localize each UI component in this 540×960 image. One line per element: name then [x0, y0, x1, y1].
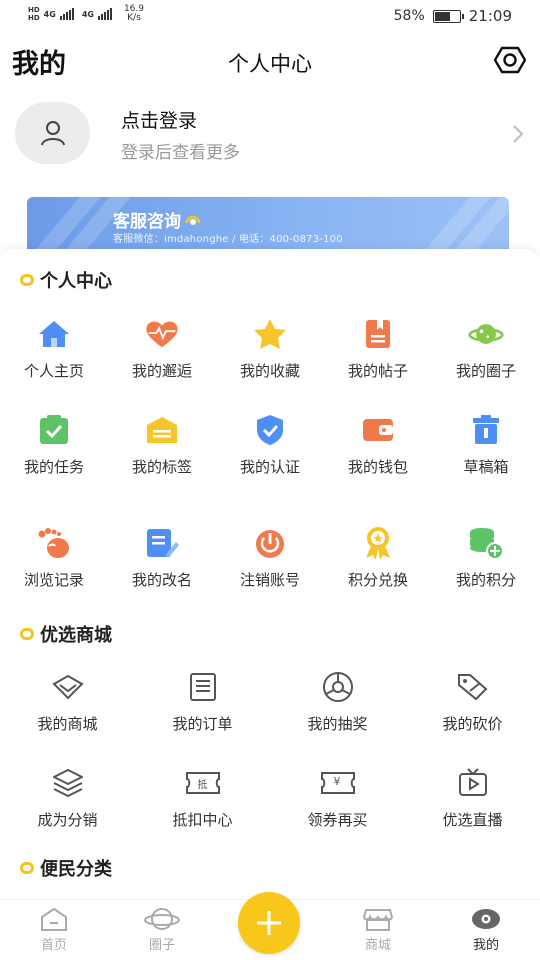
page-title: 个人中心 [228, 52, 312, 76]
personal-row-1: 个人主页 我的邂逅 我的收藏 我的帖子 我的圈子 [0, 316, 540, 381]
menu-item-verification[interactable]: 我的认证 [216, 412, 324, 477]
mall-item-shop[interactable]: 我的商城 [0, 669, 135, 734]
bookmark-doc-icon [360, 316, 396, 352]
section-dot-icon [20, 862, 34, 874]
coins-plus-icon [468, 525, 504, 561]
menu-item-home[interactable]: 个人主页 [0, 316, 108, 381]
status-right: 58% 21:09 [394, 7, 512, 25]
menu-item-posts[interactable]: 我的帖子 [324, 316, 432, 381]
star-icon [252, 316, 288, 352]
mall-item-coupon[interactable]: ¥ 领券再买 [270, 765, 405, 830]
menu-item-delete-account[interactable]: 注销账号 [216, 525, 324, 590]
main-panel: 个人中心 个人主页 我的邂逅 我的收藏 我的帖子 我的圈子 我的任务 我的标签 … [0, 249, 540, 899]
deduct-badge: 抵 [197, 780, 208, 791]
yen-badge: ¥ [333, 775, 341, 788]
menu-item-favorites[interactable]: 我的收藏 [216, 316, 324, 381]
banner-subtitle: 客服微信：imdahonghe / 电话：400-0873-100 [113, 234, 343, 245]
login-label[interactable]: 点击登录 [121, 106, 197, 133]
power-icon [252, 525, 288, 561]
menu-item-circles[interactable]: 我的圈子 [432, 316, 540, 381]
profile-login-row[interactable]: 点击登录 登录后查看更多 [0, 90, 540, 190]
mall-item-lottery[interactable]: 我的抽奖 [270, 669, 405, 734]
house-outline-icon [41, 907, 67, 931]
deduct-ticket-icon: 抵 [185, 765, 221, 801]
status-bar: HD HD 4G 4G 16.9 K/s 58% 21:09 [0, 0, 540, 32]
status-left: HD HD 4G 4G 16.9 K/s [28, 5, 144, 23]
plus-icon [257, 911, 281, 935]
mall-item-orders[interactable]: 我的订单 [135, 669, 270, 734]
shield-check-icon [252, 412, 288, 448]
section-dot-icon [20, 628, 34, 640]
store-outline-icon [363, 909, 393, 931]
task-check-icon [36, 412, 72, 448]
mall-item-deduction[interactable]: 抵 抵扣中心 [135, 765, 270, 830]
clock: 21:09 [468, 7, 512, 25]
net-speed-unit: K/s [127, 13, 141, 23]
signal-icon [59, 8, 74, 20]
network-type-2: 4G [81, 9, 94, 19]
section-title-personal: 个人中心 [20, 267, 112, 293]
menu-item-tags[interactable]: 我的标签 [108, 412, 216, 477]
mall-row-2: 成为分销 抵 抵扣中心 ¥ 领券再买 优选直播 [0, 765, 540, 830]
tab-home[interactable]: 首页 [19, 906, 89, 953]
home-icon [36, 316, 72, 352]
personal-row-2: 我的任务 我的标签 我的认证 我的钱包 草稿箱 [0, 412, 540, 477]
compass-wheel-icon [320, 669, 356, 705]
signal-icon [97, 8, 112, 20]
section-title-mall: 优选商城 [20, 621, 112, 647]
heart-pulse-icon [144, 316, 180, 352]
trash-box-icon [468, 412, 504, 448]
login-sub: 登录后查看更多 [121, 143, 240, 163]
customer-service-banner[interactable]: 客服咨询 客服微信：imdahonghe / 电话：400-0873-100 [27, 197, 509, 257]
menu-item-drafts[interactable]: 草稿箱 [432, 412, 540, 477]
coupon-yen-icon: ¥ [320, 765, 356, 801]
mall-item-live[interactable]: 优选直播 [405, 765, 540, 830]
price-tag-cut-icon [455, 669, 491, 705]
menu-item-encounter[interactable]: 我的邂逅 [108, 316, 216, 381]
hd-badge-1: HD [28, 6, 40, 14]
planet-outline-icon [144, 908, 180, 930]
publish-button[interactable] [238, 892, 300, 954]
wallet-icon [360, 412, 396, 448]
menu-item-tasks[interactable]: 我的任务 [0, 412, 108, 477]
mall-item-distribution[interactable]: 成为分销 [0, 765, 135, 830]
hd-badge-2: HD [28, 14, 40, 22]
order-list-icon [185, 669, 221, 705]
headset-icon [185, 215, 201, 225]
menu-item-points-exchange[interactable]: 积分兑换 [324, 525, 432, 590]
battery-percent: 58% [393, 8, 425, 24]
banner-title: 客服咨询 [113, 212, 181, 232]
eye-filled-icon [472, 909, 500, 929]
battery-icon [432, 9, 464, 23]
section-title-service: 便民分类 [20, 855, 112, 881]
layers-icon [50, 765, 86, 801]
mall-item-bargain[interactable]: 我的砍价 [405, 669, 540, 734]
menu-item-wallet[interactable]: 我的钱包 [324, 412, 432, 477]
planet-icon [468, 316, 504, 352]
menu-item-rename[interactable]: 我的改名 [108, 525, 216, 590]
medal-icon [360, 525, 396, 561]
user-icon [40, 121, 65, 146]
eye-hexagon-icon[interactable] [493, 45, 527, 75]
tag-card-icon [144, 412, 180, 448]
tv-play-icon [455, 765, 491, 801]
app-header: 我的 个人中心 [0, 32, 540, 90]
footprint-icon [36, 525, 72, 561]
menu-item-history[interactable]: 浏览记录 [0, 525, 108, 590]
edit-doc-icon [144, 525, 180, 561]
chevron-right-icon[interactable] [512, 124, 524, 148]
tab-circles[interactable]: 圈子 [127, 906, 197, 953]
tab-mine[interactable]: 我的 [451, 906, 521, 953]
diamond-outline-icon [50, 669, 86, 705]
section-dot-icon [20, 274, 34, 286]
personal-row-3: 浏览记录 我的改名 注销账号 积分兑换 我的积分 [0, 525, 540, 590]
menu-item-my-points[interactable]: 我的积分 [432, 525, 540, 590]
mall-row-1: 我的商城 我的订单 我的抽奖 我的砍价 [0, 669, 540, 734]
tab-mall[interactable]: 商城 [343, 906, 413, 953]
avatar[interactable] [15, 102, 90, 164]
network-type-1: 4G [43, 9, 56, 19]
